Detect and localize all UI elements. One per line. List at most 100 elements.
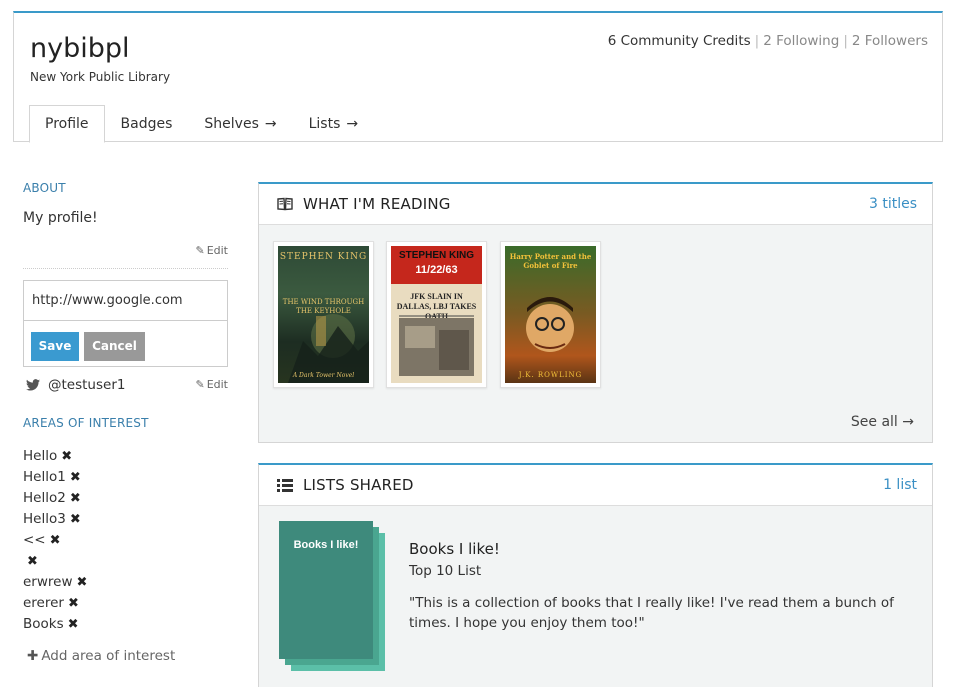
- panel-title: LISTS SHARED: [277, 476, 414, 494]
- interest-item: ererer ✖: [23, 593, 87, 614]
- about-heading: ABOUT: [23, 181, 66, 195]
- see-all-link[interactable]: See all →: [851, 414, 914, 430]
- lists-panel: LISTS SHARED 1 list Books I like! Books …: [258, 463, 933, 687]
- interest-item: Hello1 ✖: [23, 467, 87, 488]
- save-button[interactable]: Save: [31, 332, 79, 361]
- interest-label: ererer: [23, 595, 64, 611]
- interest-item: erwrew ✖: [23, 572, 87, 593]
- panel-header: WHAT I'M READING 3 titles: [259, 184, 932, 225]
- followers-link[interactable]: 2 Followers: [852, 33, 928, 49]
- stats-separator: |: [843, 33, 848, 49]
- twitter-handle-row: @testuser1: [26, 377, 125, 393]
- website-form: Save Cancel: [23, 280, 228, 367]
- edit-label: Edit: [206, 244, 228, 257]
- book-author: STEPHEN KING: [279, 252, 368, 262]
- interest-item: Hello ✖: [23, 446, 87, 467]
- remove-icon[interactable]: ✖: [70, 469, 81, 486]
- tab-label: Lists: [308, 116, 341, 132]
- arrow-right-icon: →: [264, 116, 277, 132]
- list-cover-title: Books I like!: [293, 539, 359, 551]
- cancel-button[interactable]: Cancel: [84, 332, 145, 361]
- remove-icon[interactable]: ✖: [68, 595, 79, 612]
- plus-icon: ✚: [27, 648, 39, 664]
- username: nybibpl: [30, 33, 130, 64]
- following-link[interactable]: 2 Following: [763, 33, 839, 49]
- remove-icon[interactable]: ✖: [61, 448, 72, 465]
- profile-header: nybibpl New York Public Library 6 Commun…: [13, 11, 943, 143]
- tab-label: Badges: [120, 116, 173, 132]
- edit-about-link[interactable]: ✎ Edit: [195, 244, 228, 257]
- tab-lists[interactable]: Lists →: [293, 105, 375, 142]
- tab-label: Shelves: [204, 116, 259, 132]
- interest-label: erwrew: [23, 574, 73, 590]
- book-subtitle: A Dark Tower Novel: [292, 372, 355, 379]
- book-cover: Harry Potter and the Goblet of Fire J.K.…: [505, 246, 596, 383]
- remove-icon[interactable]: ✖: [27, 553, 38, 570]
- book-author: J.K. ROWLING: [518, 371, 583, 379]
- interest-item: Hello2 ✖: [23, 488, 87, 509]
- remove-icon[interactable]: ✖: [70, 511, 81, 528]
- interest-item: Hello3 ✖: [23, 509, 87, 530]
- remove-icon[interactable]: ✖: [68, 616, 79, 633]
- profile-tabs: Profile Badges Shelves → Lists →: [29, 105, 375, 143]
- stats-separator: |: [754, 33, 760, 49]
- list-cover-stack[interactable]: Books I like!: [279, 521, 385, 671]
- list-name-link[interactable]: Books I like!: [409, 540, 500, 558]
- arrow-right-icon: →: [902, 414, 914, 430]
- divider: [23, 268, 228, 269]
- organization-name: New York Public Library: [30, 70, 171, 84]
- titles-count-link[interactable]: 3 titles: [869, 196, 917, 212]
- reading-panel: WHAT I'M READING 3 titles STEPHEN KING T…: [258, 182, 933, 443]
- list-type: Top 10 List: [409, 563, 482, 579]
- panel-title-text: WHAT I'M READING: [303, 195, 451, 213]
- interest-label: Hello3: [23, 511, 66, 527]
- book-cover-art: [399, 315, 474, 376]
- book-title: Harry Potter and the Goblet of Fire: [509, 252, 592, 270]
- panel-title-text: LISTS SHARED: [303, 476, 414, 494]
- interest-label: <<: [23, 532, 46, 548]
- interest-item: ✖: [23, 551, 87, 572]
- interest-label: Hello2: [23, 490, 66, 506]
- open-book-icon: [277, 197, 293, 211]
- lists-count-link[interactable]: 1 list: [883, 477, 917, 493]
- tab-label: Profile: [45, 116, 89, 132]
- book-title: THE WIND THROUGH THE KEYHOLE: [282, 298, 365, 315]
- twitter-handle: @testuser1: [48, 377, 126, 393]
- pencil-icon: ✎: [195, 378, 205, 391]
- see-all-label: See all: [850, 414, 898, 430]
- panel-header: LISTS SHARED 1 list: [259, 465, 932, 506]
- book-cover: STEPHEN KING THE WIND THROUGH THE KEYHOL…: [278, 246, 369, 383]
- add-interest-label: Add area of interest: [41, 648, 176, 664]
- list-description: "This is a collection of books that I re…: [409, 595, 894, 631]
- tab-profile[interactable]: Profile: [29, 105, 105, 143]
- interest-label: Hello: [23, 448, 58, 464]
- about-text: My profile!: [23, 210, 98, 226]
- interest-label: Hello1: [23, 469, 66, 485]
- interest-item: << ✖: [23, 530, 87, 551]
- profile-stats: 6 Community Credits | 2 Following | 2 Follow…: [608, 33, 928, 49]
- pencil-icon: ✎: [195, 244, 205, 257]
- list-icon: [277, 478, 293, 492]
- remove-icon[interactable]: ✖: [70, 490, 81, 507]
- areas-of-interest-heading: AREAS OF INTEREST: [23, 416, 149, 430]
- interest-item: Books ✖: [23, 614, 87, 635]
- remove-icon[interactable]: ✖: [77, 574, 88, 591]
- panel-title: WHAT I'M READING: [277, 195, 451, 213]
- twitter-icon: [26, 379, 40, 391]
- interest-label: Books: [23, 616, 64, 632]
- book-cover-card[interactable]: STEPHEN KING THE WIND THROUGH THE KEYHOL…: [273, 241, 374, 388]
- book-cover: STEPHEN KING 11/22/63 JFK SLAIN IN DALLA…: [391, 246, 482, 383]
- edit-twitter-link[interactable]: ✎ Edit: [195, 378, 228, 391]
- remove-icon[interactable]: ✖: [50, 532, 61, 549]
- edit-label: Edit: [206, 378, 228, 391]
- tab-shelves[interactable]: Shelves →: [188, 105, 292, 142]
- book-cover-card[interactable]: STEPHEN KING 11/22/63 JFK SLAIN IN DALLA…: [386, 241, 487, 388]
- arrow-right-icon: →: [346, 116, 359, 132]
- website-url-input[interactable]: [24, 281, 227, 321]
- community-credits[interactable]: 6 Community Credits: [608, 33, 751, 49]
- tab-badges[interactable]: Badges: [105, 105, 189, 142]
- list-cover: Books I like!: [279, 521, 373, 659]
- interest-list: Hello ✖ Hello1 ✖ Hello2 ✖ Hello3 ✖ << ✖ ✖ erw…: [23, 446, 87, 635]
- book-cover-card[interactable]: Harry Potter and the Goblet of Fire J.K.…: [500, 241, 601, 388]
- add-interest-link[interactable]: ✚ Add area of interest: [27, 648, 175, 664]
